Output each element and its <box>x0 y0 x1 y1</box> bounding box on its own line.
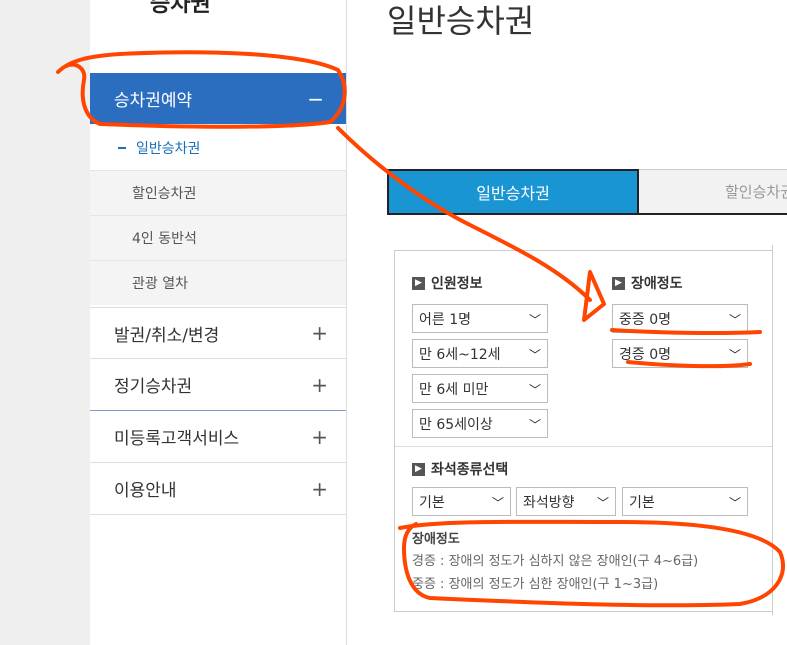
sidebar-subitem-general-ticket[interactable]: 일반승차권 <box>90 125 346 170</box>
sidebar-item-label: 승차권예약 <box>114 91 193 111</box>
chevron-down-icon: ﹀ <box>528 348 541 362</box>
sidebar-item-issue-cancel[interactable]: 발권/취소/변경 + <box>90 307 346 359</box>
page-title: 일반승차권 <box>387 2 535 40</box>
sidebar-item-ticket-reservation[interactable]: 승차권예약 − <box>90 73 346 124</box>
sidebar-item-guest-service[interactable]: 미등록고객서비스 + <box>90 411 346 463</box>
disability-note-title: 장애정도 <box>412 532 460 547</box>
disability-note-mild: 경증 : 장애의 정도가 심하지 않은 장애인(구 4~6급) <box>412 554 699 569</box>
expand-icon[interactable]: + <box>311 425 328 449</box>
chevron-down-icon: ﹀ <box>728 496 741 510</box>
section-title: 장애정도 <box>631 276 683 292</box>
seat-position-select[interactable]: 기본 ﹀ <box>622 487 748 516</box>
sidebar-title: 승차권 <box>150 0 211 17</box>
sidebar-subitem-tour-train[interactable]: 관광 열차 <box>90 260 346 305</box>
sidebar-subitem-label: 4인 동반석 <box>132 231 197 247</box>
section-title: 좌석종류선택 <box>431 462 509 478</box>
chevron-down-icon: ﹀ <box>596 496 609 510</box>
child-6-12-count-select[interactable]: 만 6세~12세 ﹀ <box>412 339 548 368</box>
select-value: 만 6세 미만 <box>419 381 489 398</box>
sidebar-subitem-label: 할인승차권 <box>132 186 197 202</box>
expand-icon[interactable]: + <box>311 321 328 345</box>
arrow-right-icon: ▶ <box>612 276 625 290</box>
chevron-down-icon: ﹀ <box>528 383 541 397</box>
adult-count-select[interactable]: 어른 1명 ﹀ <box>412 304 548 333</box>
sidebar-subitem-label: 일반승차권 <box>136 140 201 157</box>
divider <box>395 446 773 447</box>
severe-disability-select[interactable]: 중증 0명 ﹀ <box>612 304 748 333</box>
side-panel-edge <box>772 245 787 615</box>
disability-note-severe: 중증 : 장애의 정도가 심한 장애인(구 1~3급) <box>412 577 659 592</box>
child-under-6-count-select[interactable]: 만 6세 미만 ﹀ <box>412 374 548 403</box>
select-value: 좌석방향 <box>523 494 575 511</box>
collapse-icon[interactable]: − <box>307 87 324 111</box>
seat-type-heading: ▶ 좌석종류선택 <box>412 459 508 479</box>
sidebar-item-season-ticket[interactable]: 정기승차권 + <box>90 359 346 411</box>
chevron-down-icon: ﹀ <box>528 313 541 327</box>
sidebar-subitem-discount-ticket[interactable]: 할인승차권 <box>90 170 346 215</box>
active-marker-icon <box>118 146 126 149</box>
seat-class-select[interactable]: 기본 ﹀ <box>412 487 511 516</box>
mild-disability-select[interactable]: 경증 0명 ﹀ <box>612 339 748 368</box>
arrow-right-icon: ▶ <box>412 276 425 290</box>
chevron-down-icon: ﹀ <box>491 496 504 510</box>
select-value: 어른 1명 <box>419 311 471 328</box>
chevron-down-icon: ﹀ <box>728 348 741 362</box>
sidebar-subitem-family-seat[interactable]: 4인 동반석 <box>90 215 346 260</box>
sidebar-subitem-label: 관광 열차 <box>132 276 188 292</box>
sidebar-item-label: 미등록고객서비스 <box>114 429 240 449</box>
select-value: 기본 <box>419 494 445 511</box>
sidebar-item-label: 발권/취소/변경 <box>114 325 220 346</box>
sidebar: 승차권 승차권예약 − 일반승차권 할인승차권 4인 동반석 관광 열차 발권/… <box>90 0 347 645</box>
sidebar-item-label: 정기승차권 <box>114 377 193 397</box>
chevron-down-icon: ﹀ <box>728 313 741 327</box>
select-value: 경증 0명 <box>619 346 671 363</box>
tab-discount-ticket[interactable]: 할인승차권 <box>639 169 787 215</box>
select-value: 만 65세이상 <box>419 416 493 433</box>
select-value: 만 6세~12세 <box>419 346 501 363</box>
seat-direction-select[interactable]: 좌석방향 ﹀ <box>516 487 616 516</box>
senior-count-select[interactable]: 만 65세이상 ﹀ <box>412 409 548 438</box>
select-value: 기본 <box>629 494 655 511</box>
disability-heading: ▶ 장애정도 <box>612 273 683 293</box>
sidebar-item-label: 이용안내 <box>114 481 177 501</box>
expand-icon[interactable]: + <box>311 373 328 397</box>
expand-icon[interactable]: + <box>311 477 328 501</box>
chevron-down-icon: ﹀ <box>528 418 541 432</box>
background-strip <box>0 0 90 645</box>
sidebar-item-usage-guide[interactable]: 이용안내 + <box>90 463 346 515</box>
tab-general-ticket[interactable]: 일반승차권 <box>387 169 639 215</box>
select-value: 중증 0명 <box>619 311 671 328</box>
passenger-info-heading: ▶ 인원정보 <box>412 273 483 293</box>
arrow-right-icon: ▶ <box>412 462 425 476</box>
section-title: 인원정보 <box>431 276 483 292</box>
